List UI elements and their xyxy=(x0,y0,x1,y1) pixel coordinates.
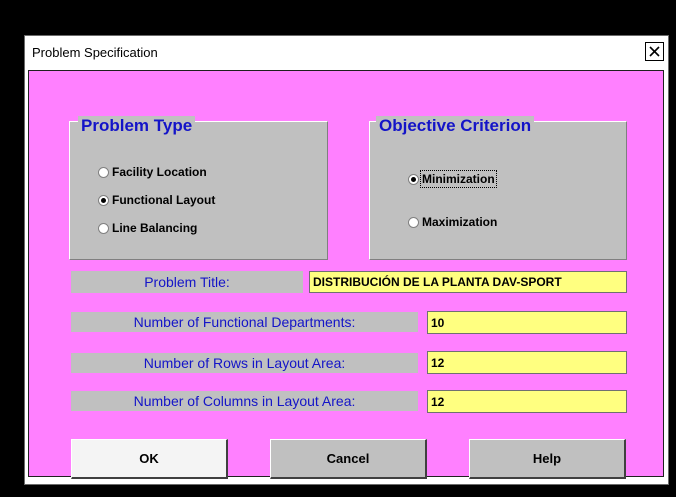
problem-title-label: Problem Title: xyxy=(71,271,303,293)
close-button[interactable] xyxy=(645,42,664,61)
radio-circle xyxy=(98,166,109,178)
objective-criterion-group: Objective Criterion Minimization Maximiz… xyxy=(369,116,627,260)
radio-minimization[interactable]: Minimization xyxy=(408,170,497,188)
close-icon xyxy=(649,46,660,57)
radio-line-balancing[interactable]: Line Balancing xyxy=(98,221,197,235)
cancel-button[interactable]: Cancel xyxy=(270,439,427,479)
columns-label: Number of Columns in Layout Area: xyxy=(71,391,418,411)
radio-facility-location[interactable]: Facility Location xyxy=(98,165,207,179)
rows-label: Number of Rows in Layout Area: xyxy=(71,353,418,373)
problem-specification-dialog: Problem Specification Problem Type Facil… xyxy=(24,35,669,485)
radio-label-functional-layout: Functional Layout xyxy=(112,193,216,207)
dialog-body: Problem Type Facility Location Functiona… xyxy=(28,70,664,479)
rows-input[interactable]: 12 xyxy=(427,351,627,374)
radio-label-maximization: Maximization xyxy=(422,215,498,229)
ok-button[interactable]: OK xyxy=(71,439,228,479)
problem-title-input[interactable]: DISTRIBUCIÓN DE LA PLANTA DAV-SPORT xyxy=(309,271,627,293)
radio-maximization[interactable]: Maximization xyxy=(408,215,497,229)
title-bar[interactable]: Problem Specification xyxy=(25,36,668,68)
columns-input[interactable]: 12 xyxy=(427,390,627,413)
objective-criterion-title: Objective Criterion xyxy=(376,116,535,136)
radio-circle xyxy=(98,222,109,234)
help-button[interactable]: Help xyxy=(469,439,626,479)
radio-circle-selected xyxy=(408,173,419,185)
window-title: Problem Specification xyxy=(32,45,158,60)
radio-functional-layout[interactable]: Functional Layout xyxy=(98,193,215,207)
problem-type-title: Problem Type xyxy=(78,116,196,136)
radio-circle-selected xyxy=(98,194,109,206)
radio-label-facility-location: Facility Location xyxy=(112,165,207,179)
departments-label: Number of Functional Departments: xyxy=(71,312,418,332)
radio-label-line-balancing: Line Balancing xyxy=(112,221,198,235)
departments-input[interactable]: 10 xyxy=(427,311,627,334)
radio-circle xyxy=(408,216,419,228)
problem-type-group: Problem Type Facility Location Functiona… xyxy=(69,116,328,260)
radio-label-minimization: Minimization xyxy=(420,170,497,188)
